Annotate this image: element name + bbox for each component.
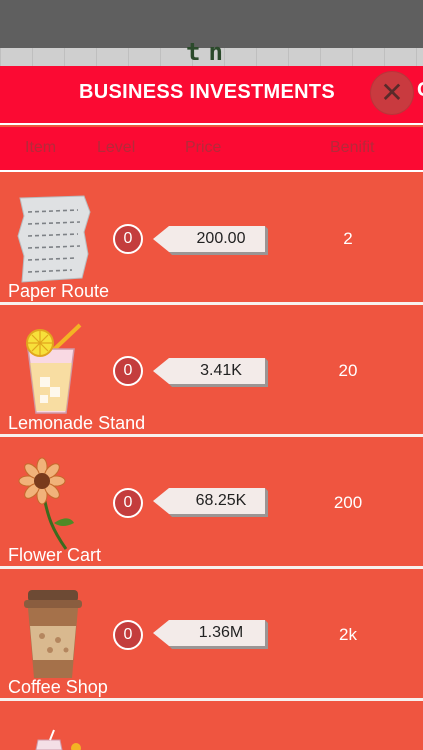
level-badge: 0 [113,620,143,650]
close-icon: ✕ [380,76,404,109]
item-name: Paper Route [8,281,110,301]
benefit-value: 2 [343,229,353,248]
price-label: 68.25K [195,492,247,509]
level-badge: 0 [113,488,143,518]
subheader-divider [0,170,423,172]
flower-icon [18,457,74,550]
column-level: Level [97,139,136,156]
header-divider [0,123,423,125]
buy-price-button[interactable]: 1.36M [153,620,268,649]
coffee-cup-icon [24,590,82,678]
cut-off-text: C [417,80,423,100]
item-name: Lemonade Stand [8,413,146,433]
list-item[interactable]: Coffee Shop 0 1.36M 2k [0,569,423,698]
column-item: Item [25,139,57,156]
close-button[interactable]: ✕ [370,71,414,115]
benefit-value: 2k [339,625,357,644]
benefit-value: 20 [338,361,358,380]
paper-route-icon [17,195,91,283]
buy-price-button[interactable]: 3.41K [153,358,268,387]
price-label: 1.36M [198,624,244,641]
benefit-value: 200 [333,493,363,512]
column-price: Price [185,139,222,156]
row-separator [0,698,423,701]
buy-price-button[interactable]: 68.25K [153,488,268,517]
column-benefit: Benifit [330,139,375,156]
lemonade-icon [26,323,82,414]
level-badge: 0 [113,224,143,254]
item-name: Flower Cart [8,545,102,565]
list-item[interactable]: Paper Route 0 200.00 2 [0,173,423,302]
price-label: 3.41K [200,362,242,379]
buy-price-button[interactable]: 200.00 [153,226,268,255]
price-label: 200.00 [196,230,246,247]
partial-item-icon [35,729,81,750]
page-title: BUSINESS INVESTMENTS [78,81,336,103]
list-item[interactable]: Flower Cart 0 68.25K 200 [0,437,423,566]
item-name: Coffee Shop [8,677,108,697]
list-item[interactable]: Lemonade Stand 0 3.41K 20 [0,305,423,434]
level-badge: 0 [113,356,143,386]
lcd-display: tn [186,38,231,66]
